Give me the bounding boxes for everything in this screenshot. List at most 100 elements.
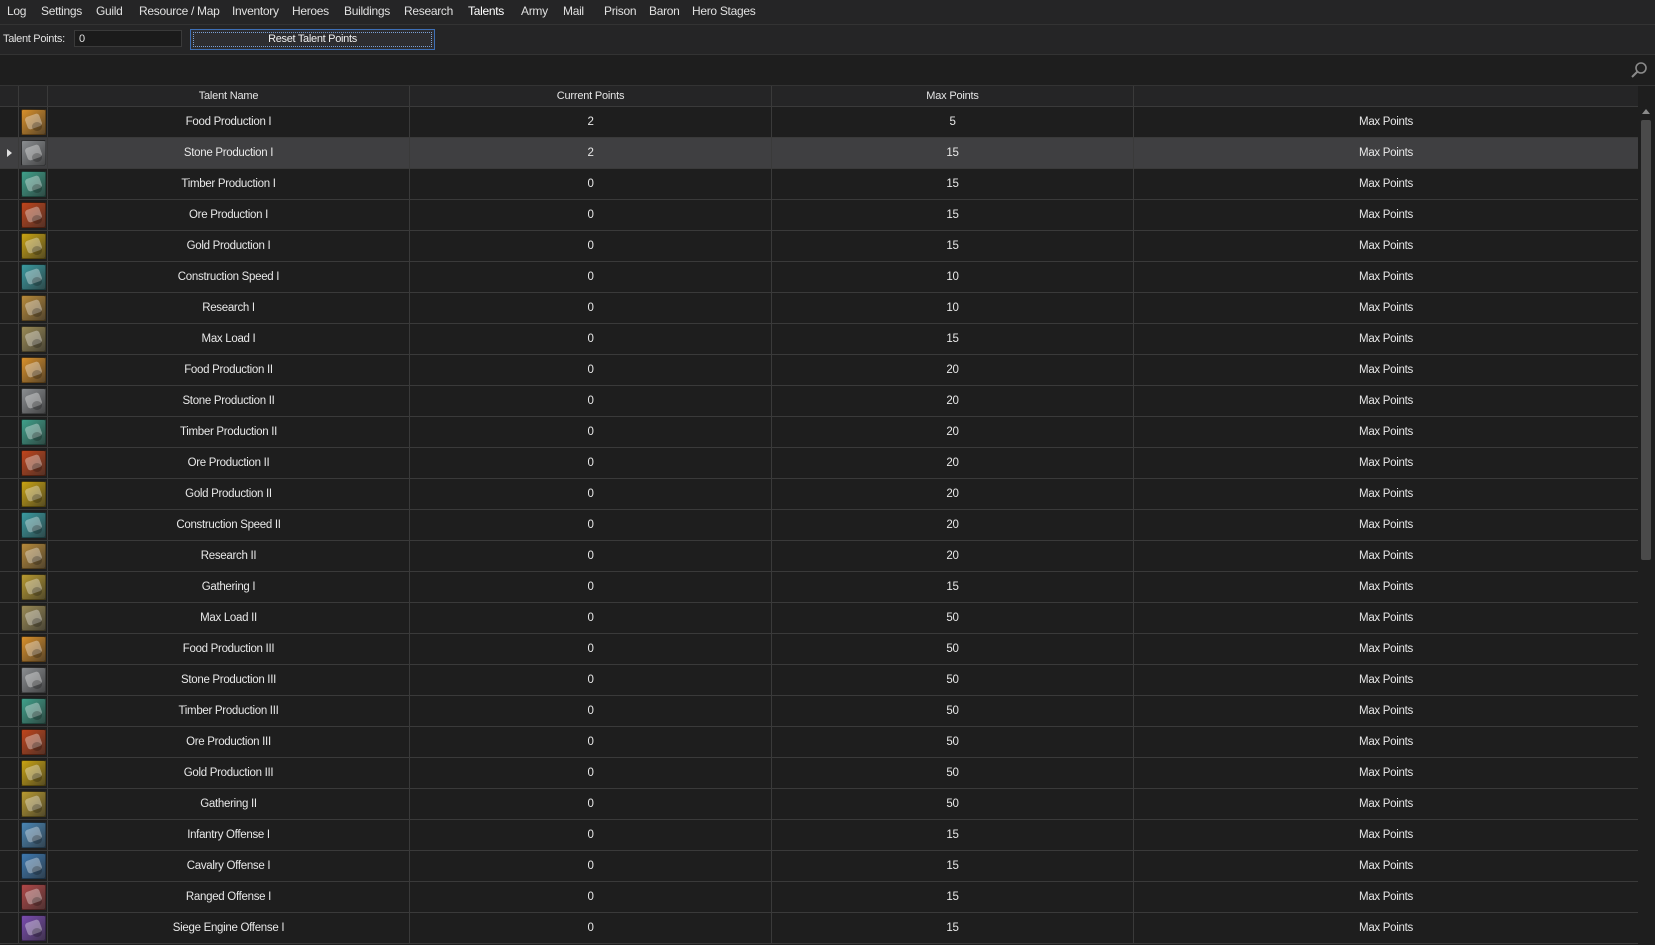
row-header[interactable]	[0, 386, 19, 416]
talent-points-field[interactable]	[74, 30, 182, 47]
max-points-cell[interactable]: 15	[772, 820, 1134, 850]
current-points-cell[interactable]: 0	[410, 200, 772, 230]
max-points-cell[interactable]: 20	[772, 355, 1134, 385]
column-header-talent-name[interactable]: Talent Name	[48, 86, 410, 106]
extra-cell[interactable]: Max Points	[1134, 200, 1638, 230]
row-header[interactable]	[0, 665, 19, 695]
max-points-cell[interactable]: 15	[772, 851, 1134, 881]
row-header[interactable]	[0, 541, 19, 571]
row-header[interactable]	[0, 882, 19, 912]
scrollbar-thumb[interactable]	[1641, 120, 1651, 560]
row-header[interactable]	[0, 324, 19, 354]
extra-cell[interactable]: Max Points	[1134, 417, 1638, 447]
table-row[interactable]: Stone Production II 0 20 Max Points	[0, 386, 1638, 417]
table-row[interactable]: Food Production II 0 20 Max Points	[0, 355, 1638, 386]
extra-cell[interactable]: Max Points	[1134, 820, 1638, 850]
table-row[interactable]: Gold Production III 0 50 Max Points	[0, 758, 1638, 789]
table-row[interactable]: Research II 0 20 Max Points	[0, 541, 1638, 572]
talent-name-cell[interactable]: Timber Production III	[48, 696, 410, 726]
row-header[interactable]	[0, 231, 19, 261]
table-row[interactable]: Food Production III 0 50 Max Points	[0, 634, 1638, 665]
extra-cell[interactable]: Max Points	[1134, 851, 1638, 881]
talent-name-cell[interactable]: Siege Engine Offense I	[48, 913, 410, 943]
max-points-cell[interactable]: 20	[772, 417, 1134, 447]
row-header[interactable]	[0, 107, 19, 137]
talent-name-cell[interactable]: Stone Production I	[48, 138, 410, 168]
talent-name-cell[interactable]: Gold Production II	[48, 479, 410, 509]
extra-cell[interactable]: Max Points	[1134, 541, 1638, 571]
current-points-cell[interactable]: 0	[410, 789, 772, 819]
row-header[interactable]	[0, 851, 19, 881]
max-points-cell[interactable]: 50	[772, 789, 1134, 819]
row-header[interactable]	[0, 479, 19, 509]
current-points-cell[interactable]: 0	[410, 386, 772, 416]
talent-name-cell[interactable]: Max Load I	[48, 324, 410, 354]
row-header[interactable]	[0, 169, 19, 199]
extra-cell[interactable]: Max Points	[1134, 696, 1638, 726]
table-row[interactable]: Gathering II 0 50 Max Points	[0, 789, 1638, 820]
row-header[interactable]	[0, 510, 19, 540]
table-row[interactable]: Ore Production II 0 20 Max Points	[0, 448, 1638, 479]
current-points-cell[interactable]: 0	[410, 913, 772, 943]
extra-cell[interactable]: Max Points	[1134, 293, 1638, 323]
talent-name-cell[interactable]: Timber Production I	[48, 169, 410, 199]
talent-name-cell[interactable]: Stone Production II	[48, 386, 410, 416]
max-points-cell[interactable]: 15	[772, 882, 1134, 912]
current-points-cell[interactable]: 0	[410, 820, 772, 850]
current-points-cell[interactable]: 2	[410, 107, 772, 137]
max-points-cell[interactable]: 20	[772, 386, 1134, 416]
column-header-extra[interactable]	[1134, 86, 1638, 106]
max-points-cell[interactable]: 15	[772, 169, 1134, 199]
max-points-cell[interactable]: 15	[772, 572, 1134, 602]
extra-cell[interactable]: Max Points	[1134, 572, 1638, 602]
max-points-cell[interactable]: 20	[772, 510, 1134, 540]
max-points-cell[interactable]: 50	[772, 665, 1134, 695]
talent-name-cell[interactable]: Timber Production II	[48, 417, 410, 447]
table-row[interactable]: Timber Production II 0 20 Max Points	[0, 417, 1638, 448]
column-header-max-points[interactable]: Max Points	[772, 86, 1134, 106]
current-points-cell[interactable]: 0	[410, 572, 772, 602]
current-points-cell[interactable]: 0	[410, 758, 772, 788]
current-points-cell[interactable]: 0	[410, 324, 772, 354]
menu-log[interactable]: Log	[7, 4, 26, 18]
talent-name-cell[interactable]: Construction Speed II	[48, 510, 410, 540]
menu-research[interactable]: Research	[404, 4, 453, 18]
table-row[interactable]: Max Load II 0 50 Max Points	[0, 603, 1638, 634]
talent-name-cell[interactable]: Cavalry Offense I	[48, 851, 410, 881]
table-row[interactable]: Ranged Offense I 0 15 Max Points	[0, 882, 1638, 913]
max-points-cell[interactable]: 15	[772, 231, 1134, 261]
talent-name-cell[interactable]: Ranged Offense I	[48, 882, 410, 912]
extra-cell[interactable]: Max Points	[1134, 510, 1638, 540]
row-header[interactable]	[0, 138, 19, 168]
current-points-cell[interactable]: 0	[410, 355, 772, 385]
menu-buildings[interactable]: Buildings	[344, 4, 390, 18]
row-header[interactable]	[0, 448, 19, 478]
current-points-cell[interactable]: 0	[410, 448, 772, 478]
menu-heroes[interactable]: Heroes	[292, 4, 329, 18]
table-row[interactable]: Gathering I 0 15 Max Points	[0, 572, 1638, 603]
table-row[interactable]: Max Load I 0 15 Max Points	[0, 324, 1638, 355]
row-header[interactable]	[0, 262, 19, 292]
extra-cell[interactable]: Max Points	[1134, 324, 1638, 354]
max-points-cell[interactable]: 50	[772, 696, 1134, 726]
extra-cell[interactable]: Max Points	[1134, 913, 1638, 943]
max-points-cell[interactable]: 50	[772, 603, 1134, 633]
current-points-cell[interactable]: 0	[410, 479, 772, 509]
talent-name-cell[interactable]: Food Production I	[48, 107, 410, 137]
row-header[interactable]	[0, 355, 19, 385]
max-points-cell[interactable]: 15	[772, 324, 1134, 354]
talent-name-cell[interactable]: Gold Production I	[48, 231, 410, 261]
talent-name-cell[interactable]: Max Load II	[48, 603, 410, 633]
current-points-cell[interactable]: 0	[410, 510, 772, 540]
max-points-cell[interactable]: 50	[772, 758, 1134, 788]
max-points-cell[interactable]: 20	[772, 541, 1134, 571]
extra-cell[interactable]: Max Points	[1134, 479, 1638, 509]
column-header-current-points[interactable]: Current Points	[410, 86, 772, 106]
current-points-cell[interactable]: 0	[410, 169, 772, 199]
table-row[interactable]: Timber Production III 0 50 Max Points	[0, 696, 1638, 727]
extra-cell[interactable]: Max Points	[1134, 448, 1638, 478]
talent-name-cell[interactable]: Ore Production I	[48, 200, 410, 230]
table-row[interactable]: Gold Production II 0 20 Max Points	[0, 479, 1638, 510]
table-row[interactable]: Stone Production I 2 15 Max Points	[0, 138, 1638, 169]
table-row[interactable]: Construction Speed II 0 20 Max Points	[0, 510, 1638, 541]
